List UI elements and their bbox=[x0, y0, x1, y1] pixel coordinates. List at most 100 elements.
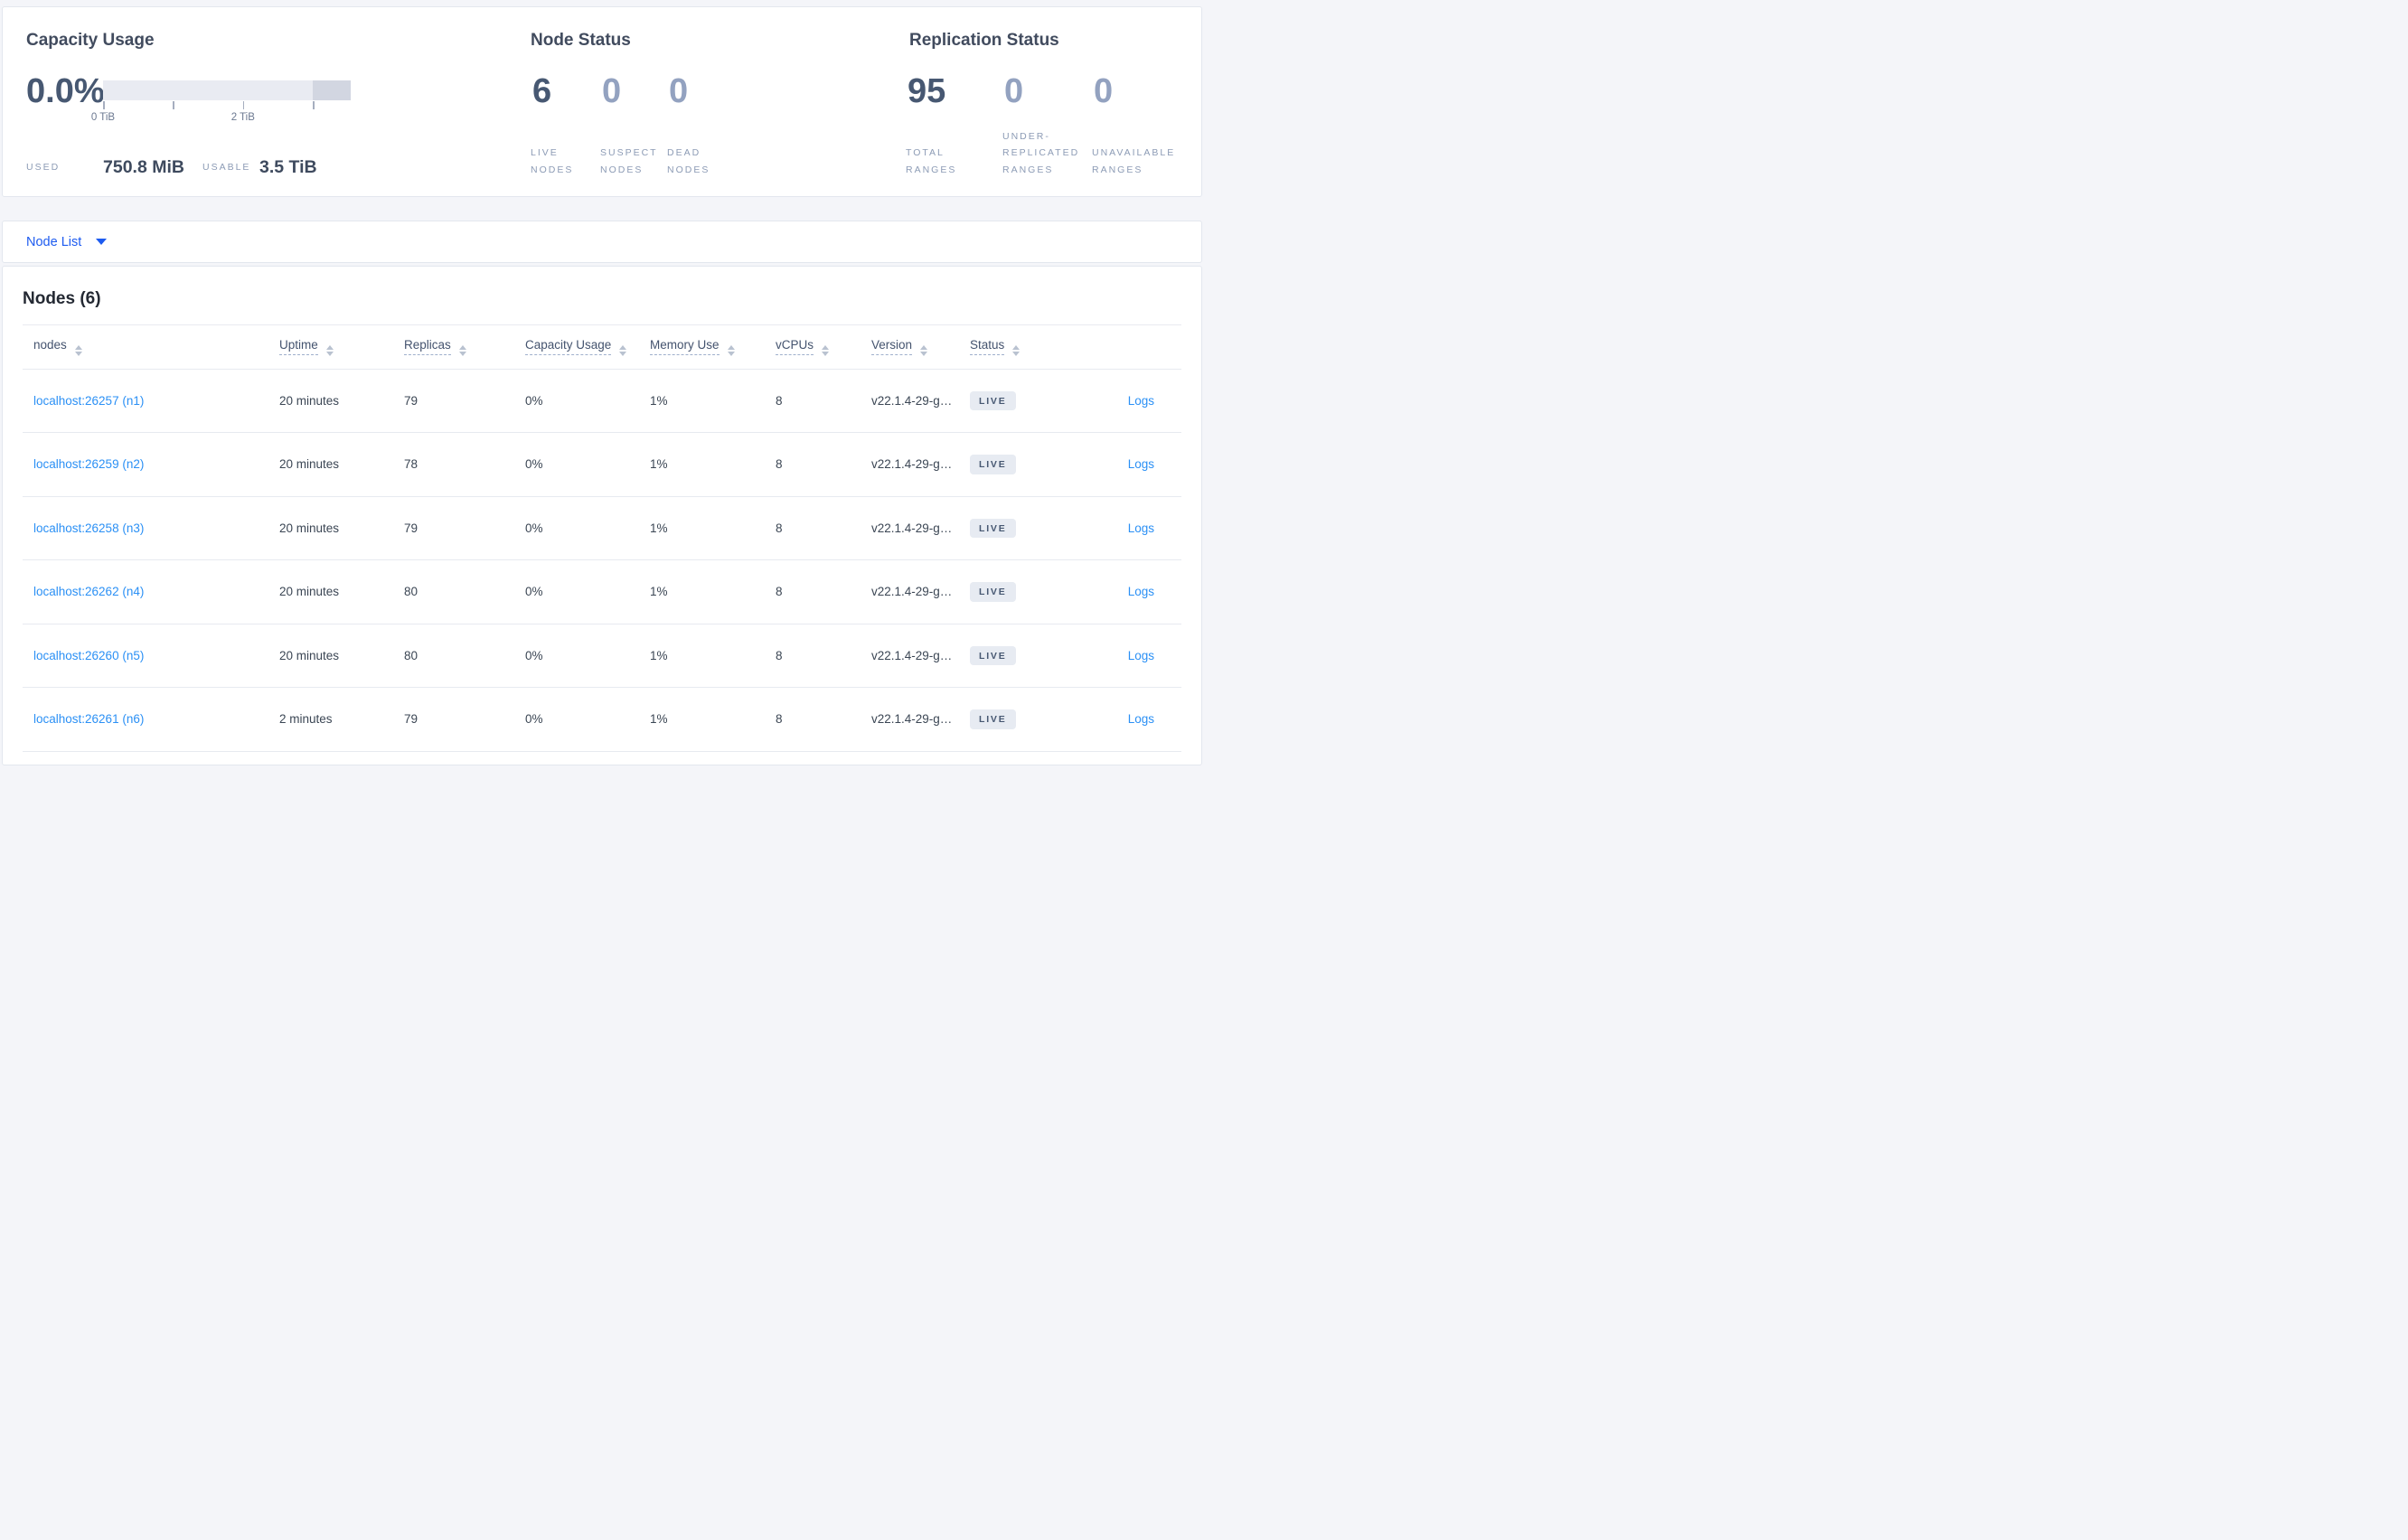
table-row: localhost:26260 (n5) 20 minutes 80 0% 1%… bbox=[23, 624, 1181, 688]
live-nodes-label: LIVE NODES bbox=[531, 147, 574, 175]
capacity-cell: 0% bbox=[525, 624, 650, 688]
logs-link[interactable]: Logs bbox=[1128, 521, 1154, 535]
logs-link[interactable]: Logs bbox=[1128, 712, 1154, 726]
memory-cell: 1% bbox=[650, 496, 776, 560]
version-cell: v22.1.4-29-g… bbox=[871, 369, 970, 433]
node-link[interactable]: localhost:26258 (n3) bbox=[33, 521, 144, 535]
logs-link[interactable]: Logs bbox=[1128, 585, 1154, 598]
used-label: USED bbox=[26, 162, 61, 173]
status-badge: LIVE bbox=[970, 518, 1016, 538]
sort-icon[interactable] bbox=[1012, 344, 1021, 356]
axis-label-0tib: 0 TiB bbox=[90, 112, 116, 123]
status-badge: LIVE bbox=[970, 390, 1016, 410]
memory-cell: 1% bbox=[650, 369, 776, 433]
column-header-capacity-usage[interactable]: Capacity Usage bbox=[525, 325, 650, 370]
status-badge: LIVE bbox=[970, 709, 1016, 729]
uptime-cell: 20 minutes bbox=[279, 432, 404, 497]
status-badge: LIVE bbox=[970, 582, 1016, 602]
sort-icon[interactable] bbox=[727, 344, 735, 356]
unavailable-ranges-stat: 0 UNAVAILABLE RANGES bbox=[1092, 73, 1199, 178]
column-header-nodes[interactable]: nodes bbox=[23, 325, 279, 370]
node-link[interactable]: localhost:26260 (n5) bbox=[33, 649, 144, 662]
cluster-summary-card: Capacity Usage 0.0% 0 TiB 2 TiB USED 750… bbox=[2, 6, 1202, 197]
logs-link[interactable]: Logs bbox=[1128, 649, 1154, 662]
live-nodes-stat: 6 LIVE NODES bbox=[531, 73, 600, 178]
replication-status-stats: 95 TOTAL RANGES 0 UNDER-REPLICATED RANGE… bbox=[906, 73, 1199, 178]
column-header-status[interactable]: Status bbox=[970, 325, 1078, 370]
used-value: 750.8 MiB bbox=[103, 157, 184, 177]
node-status-title: Node Status bbox=[531, 31, 631, 50]
memory-cell: 1% bbox=[650, 624, 776, 688]
total-ranges-count: 95 bbox=[908, 72, 946, 110]
table-row: localhost:26258 (n3) 20 minutes 79 0% 1%… bbox=[23, 496, 1181, 560]
status-badge: LIVE bbox=[970, 645, 1016, 665]
node-link[interactable]: localhost:26261 (n6) bbox=[33, 712, 144, 726]
table-header-row: nodes Uptime Replicas Capacity Usage Mem… bbox=[23, 325, 1181, 370]
sort-icon[interactable] bbox=[325, 344, 334, 356]
memory-cell: 1% bbox=[650, 559, 776, 624]
dead-nodes-stat: 0 DEAD NODES bbox=[667, 73, 750, 178]
usable-value: 3.5 TiB bbox=[259, 157, 317, 177]
suspect-nodes-label: SUSPECT NODES bbox=[600, 147, 658, 175]
under-replicated-ranges-count: 0 bbox=[1004, 72, 1024, 110]
capacity-bar-segment bbox=[313, 80, 351, 100]
uptime-cell: 2 minutes bbox=[279, 687, 404, 752]
logs-link[interactable]: Logs bbox=[1128, 457, 1154, 471]
table-row: localhost:26261 (n6) 2 minutes 79 0% 1% … bbox=[23, 687, 1181, 752]
dead-nodes-count: 0 bbox=[669, 72, 689, 110]
column-header-version[interactable]: Version bbox=[871, 325, 970, 370]
usable-label: USABLE bbox=[202, 162, 251, 173]
dead-nodes-label: DEAD NODES bbox=[667, 147, 710, 175]
nodes-table-title: Nodes (6) bbox=[23, 289, 101, 308]
memory-cell: 1% bbox=[650, 687, 776, 752]
vcpus-cell: 8 bbox=[776, 687, 871, 752]
version-cell: v22.1.4-29-g… bbox=[871, 432, 970, 497]
replicas-cell: 80 bbox=[404, 624, 525, 688]
live-nodes-count: 6 bbox=[532, 72, 552, 110]
uptime-cell: 20 minutes bbox=[279, 369, 404, 433]
table-row: localhost:26259 (n2) 20 minutes 78 0% 1%… bbox=[23, 432, 1181, 497]
column-header-logs bbox=[1078, 325, 1181, 370]
replicas-cell: 80 bbox=[404, 559, 525, 624]
capacity-used-usable-row: USED 750.8 MiB USABLE 3.5 TiB bbox=[3, 155, 509, 179]
suspect-nodes-stat: 0 SUSPECT NODES bbox=[600, 73, 667, 178]
vcpus-cell: 8 bbox=[776, 624, 871, 688]
sort-icon[interactable] bbox=[920, 344, 928, 356]
table-row: localhost:26262 (n4) 20 minutes 80 0% 1%… bbox=[23, 559, 1181, 624]
node-link[interactable]: localhost:26259 (n2) bbox=[33, 457, 144, 471]
capacity-cell: 0% bbox=[525, 559, 650, 624]
version-cell: v22.1.4-29-g… bbox=[871, 624, 970, 688]
column-header-uptime[interactable]: Uptime bbox=[279, 325, 404, 370]
node-status-stats: 6 LIVE NODES 0 SUSPECT NODES 0 DEAD NODE… bbox=[531, 73, 750, 178]
sort-icon[interactable] bbox=[619, 344, 627, 356]
memory-cell: 1% bbox=[650, 432, 776, 497]
capacity-usage-bar bbox=[103, 80, 351, 100]
logs-link[interactable]: Logs bbox=[1128, 394, 1154, 408]
node-list-dropdown-label[interactable]: Node List bbox=[26, 235, 81, 249]
node-list-dropdown[interactable]: Node List bbox=[2, 221, 1202, 263]
sort-icon[interactable] bbox=[74, 344, 82, 356]
total-ranges-stat: 95 TOTAL RANGES bbox=[906, 73, 1002, 178]
capacity-cell: 0% bbox=[525, 369, 650, 433]
capacity-axis-ticks bbox=[103, 101, 351, 109]
suspect-nodes-count: 0 bbox=[602, 72, 622, 110]
node-link[interactable]: localhost:26262 (n4) bbox=[33, 585, 144, 598]
vcpus-cell: 8 bbox=[776, 432, 871, 497]
column-header-memory-use[interactable]: Memory Use bbox=[650, 325, 776, 370]
node-link[interactable]: localhost:26257 (n1) bbox=[33, 394, 144, 408]
axis-label-2tib: 2 TiB bbox=[230, 112, 255, 123]
column-header-replicas[interactable]: Replicas bbox=[404, 325, 525, 370]
unavailable-ranges-label: UNAVAILABLE RANGES bbox=[1092, 147, 1176, 175]
version-cell: v22.1.4-29-g… bbox=[871, 496, 970, 560]
unavailable-ranges-count: 0 bbox=[1094, 72, 1114, 110]
nodes-table: nodes Uptime Replicas Capacity Usage Mem… bbox=[23, 325, 1181, 752]
vcpus-cell: 8 bbox=[776, 369, 871, 433]
vcpus-cell: 8 bbox=[776, 559, 871, 624]
under-replicated-ranges-label: UNDER-REPLICATED RANGES bbox=[1002, 130, 1080, 175]
sort-icon[interactable] bbox=[822, 344, 830, 356]
version-cell: v22.1.4-29-g… bbox=[871, 687, 970, 752]
sort-icon[interactable] bbox=[458, 344, 466, 356]
vcpus-cell: 8 bbox=[776, 496, 871, 560]
replication-status-title: Replication Status bbox=[909, 31, 1059, 50]
column-header-vcpus[interactable]: vCPUs bbox=[776, 325, 871, 370]
